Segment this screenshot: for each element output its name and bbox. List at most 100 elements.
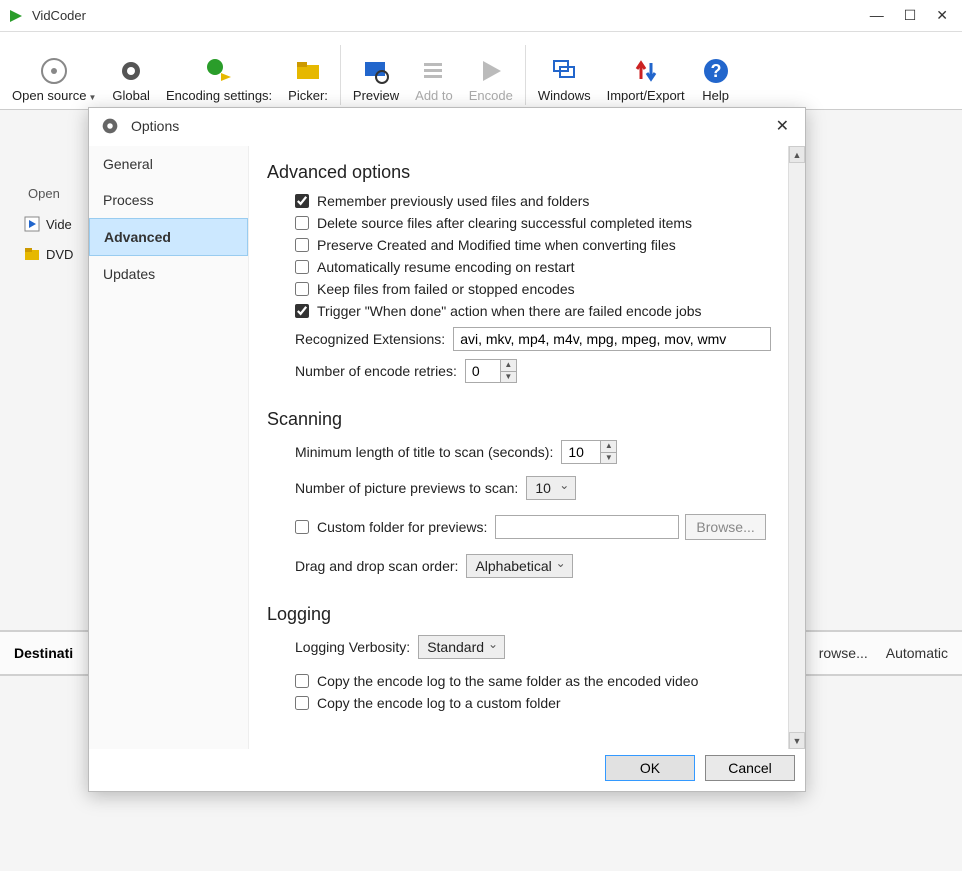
field-retries: Number of encode retries: ▲▼ [295, 359, 774, 383]
sidebar-item-general[interactable]: General [89, 146, 248, 182]
toolbar-open-source[interactable]: Open source▼ [4, 54, 104, 105]
field-min-length: Minimum length of title to scan (seconds… [295, 440, 774, 464]
dest-label: Destinati [14, 645, 73, 661]
checkbox-input[interactable] [295, 238, 309, 252]
cancel-button[interactable]: Cancel [705, 755, 795, 781]
preview-icon [361, 56, 391, 86]
windows-icon [549, 56, 579, 86]
field-label: Minimum length of title to scan (seconds… [295, 444, 553, 460]
checkbox-copy-custom-folder[interactable]: Copy the encode log to a custom folder [295, 695, 774, 711]
list-item[interactable]: DVD [24, 246, 73, 262]
spinner-down-icon[interactable]: ▼ [501, 372, 516, 383]
dialog-scrollbar[interactable]: ▲ ▼ [788, 146, 805, 749]
recognized-ext-input[interactable] [453, 327, 771, 351]
toolbar-picker-label: Picker: [288, 88, 328, 103]
checkbox-label: Remember previously used files and folde… [317, 193, 589, 209]
section-logging: Logging Logging Verbosity: Standard Copy… [267, 604, 774, 711]
maximize-icon[interactable]: ☐ [904, 7, 917, 24]
section-scanning-title: Scanning [267, 409, 774, 430]
options-dialog: Options ✕ General Process Advanced Updat… [88, 107, 806, 792]
minimize-icon[interactable]: — [870, 7, 884, 24]
app-title: VidCoder [32, 8, 870, 23]
import-export-icon [631, 56, 661, 86]
disc-icon [39, 56, 69, 86]
dialog-footer: OK Cancel [89, 749, 805, 791]
checkbox-remember[interactable]: Remember previously used files and folde… [295, 193, 774, 209]
gear-icon [99, 115, 121, 137]
section-advanced-title: Advanced options [267, 162, 774, 183]
gear-icon [116, 56, 146, 86]
min-length-input[interactable] [561, 440, 601, 464]
toolbar-global[interactable]: Global [104, 54, 158, 105]
close-icon[interactable]: ✕ [936, 7, 948, 24]
toolbar-preview[interactable]: Preview [345, 54, 407, 105]
toolbar-help[interactable]: ? Help [693, 54, 739, 105]
sidebar-item-updates[interactable]: Updates [89, 256, 248, 292]
spinner-down-icon[interactable]: ▼ [601, 453, 616, 464]
drag-drop-select[interactable]: Alphabetical [466, 554, 572, 578]
toolbar-encoding-settings-label: Encoding settings: [166, 88, 272, 103]
scroll-up-icon[interactable]: ▲ [789, 146, 805, 163]
browse-button[interactable]: Browse... [685, 514, 765, 540]
checkbox-trigger-when-done[interactable]: Trigger "When done" action when there ar… [295, 303, 774, 319]
checkbox-input[interactable] [295, 194, 309, 208]
ok-button[interactable]: OK [605, 755, 695, 781]
toolbar-separator [340, 45, 341, 105]
sidebar-item-process[interactable]: Process [89, 182, 248, 218]
checkbox-keep-failed[interactable]: Keep files from failed or stopped encode… [295, 281, 774, 297]
checkbox-copy-same-folder[interactable]: Copy the encode log to the same folder a… [295, 673, 774, 689]
dest-browse[interactable]: rowse... [819, 645, 868, 661]
min-length-spinner[interactable]: ▲▼ [600, 440, 617, 464]
chevron-down-icon: ▼ [88, 93, 96, 102]
retries-spinner[interactable]: ▲▼ [500, 359, 517, 383]
main-toolbar: Open source▼ Global Encoding settings: P… [0, 32, 962, 110]
checkbox-input[interactable] [295, 260, 309, 274]
checkbox-input[interactable] [295, 696, 309, 710]
field-label: Drag and drop scan order: [295, 558, 458, 574]
checkbox-input[interactable] [295, 520, 309, 534]
checkbox-preserve-time[interactable]: Preserve Created and Modified time when … [295, 237, 774, 253]
svg-text:?: ? [710, 61, 721, 81]
section-scanning: Scanning Minimum length of title to scan… [267, 409, 774, 578]
sidebar-item-advanced[interactable]: Advanced [89, 218, 248, 256]
list-item-label: DVD [46, 247, 73, 262]
toolbar-add-to-label: Add to [415, 88, 453, 103]
toolbar-import-export[interactable]: Import/Export [599, 54, 693, 105]
checkbox-input[interactable] [295, 282, 309, 296]
toolbar-picker[interactable]: Picker: [280, 54, 336, 105]
dialog-header: Options ✕ [89, 108, 805, 146]
open-label: Open [28, 186, 60, 201]
dialog-title: Options [131, 118, 770, 134]
toolbar-import-export-label: Import/Export [607, 88, 685, 103]
spinner-up-icon[interactable]: ▲ [501, 360, 516, 372]
dialog-body: General Process Advanced Updates Advance… [89, 146, 805, 749]
window-controls: — ☐ ✕ [870, 7, 954, 24]
checkbox-input[interactable] [295, 674, 309, 688]
dialog-close-icon[interactable]: ✕ [770, 114, 795, 138]
checkbox-input[interactable] [295, 304, 309, 318]
toolbar-encoding-settings[interactable]: Encoding settings: [158, 54, 280, 105]
section-advanced: Advanced options Remember previously use… [267, 162, 774, 383]
toolbar-windows[interactable]: Windows [530, 54, 599, 105]
checkbox-auto-resume[interactable]: Automatically resume encoding on restart [295, 259, 774, 275]
retries-input[interactable] [465, 359, 501, 383]
dest-automatic[interactable]: Automatic [886, 645, 948, 661]
checkbox-label: Trigger "When done" action when there ar… [317, 303, 702, 319]
scroll-down-icon[interactable]: ▼ [789, 732, 805, 749]
field-label: Custom folder for previews: [317, 519, 487, 535]
checkbox-delete-source[interactable]: Delete source files after clearing succe… [295, 215, 774, 231]
toolbar-encode[interactable]: Encode [461, 54, 521, 105]
toolbar-add-to[interactable]: Add to [407, 54, 461, 105]
spinner-up-icon[interactable]: ▲ [601, 441, 616, 453]
checkbox-input[interactable] [295, 216, 309, 230]
custom-folder-input[interactable] [495, 515, 679, 539]
toolbar-global-label: Global [112, 88, 150, 103]
verbosity-select[interactable]: Standard [418, 635, 505, 659]
checkbox-label: Copy the encode log to the same folder a… [317, 673, 698, 689]
field-drag-drop-order: Drag and drop scan order: Alphabetical [295, 554, 774, 578]
video-file-icon [24, 216, 40, 232]
list-item[interactable]: Vide [24, 216, 73, 232]
previews-select[interactable]: 10 [526, 476, 576, 500]
dvd-folder-icon [24, 246, 40, 262]
field-logging-verbosity: Logging Verbosity: Standard [295, 635, 774, 659]
